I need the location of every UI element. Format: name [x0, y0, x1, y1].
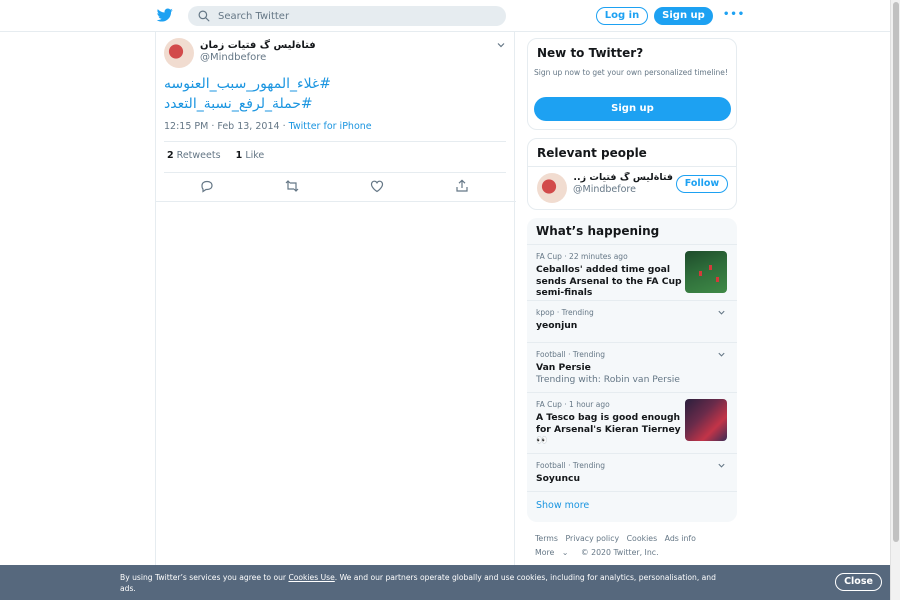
trend-item[interactable]: FA Cup · 1 hour ago A Tesco bag is good … [527, 392, 737, 453]
likes-count: 1 [235, 150, 243, 161]
trend-category: kpop · Trending [536, 308, 594, 317]
tweet-text: #غلاء_المهور_سبب_العنوسه #حملة_لرفع_نسبة… [164, 74, 504, 114]
footer-more-button[interactable]: More ⌄ [535, 548, 573, 557]
card-title: New to Twitter? [537, 46, 644, 60]
signup-button[interactable]: Sign up [534, 97, 731, 121]
trend-title: Ceballos' added time goal sends Arsenal … [536, 264, 682, 298]
chevron-down-icon[interactable] [717, 461, 726, 470]
chevron-down-icon[interactable] [717, 350, 726, 359]
tweet-timestamp[interactable]: 12:15 PM · Feb 13, 2014 [164, 121, 280, 132]
chevron-down-icon: ⌄ [561, 548, 569, 557]
show-more-link[interactable]: Show more [536, 500, 589, 511]
trend-title: Van Persie [536, 362, 591, 373]
trend-title: Soyuncu [536, 473, 580, 484]
trend-item[interactable]: Football · Trending Soyuncu [527, 453, 737, 491]
close-button[interactable]: Close [835, 573, 882, 591]
card-title: Relevant people [537, 146, 647, 160]
divider [156, 201, 516, 202]
hashtag-link[interactable]: #حملة_لرفع_نسبة_التعدد [164, 94, 504, 114]
scrollbar-thumb[interactable] [893, 2, 899, 542]
whats-happening-card: What’s happening FA Cup · 22 minutes ago… [527, 218, 737, 522]
person-handle[interactable]: @Mindbefore [573, 184, 636, 195]
trend-category: Football · Trending [536, 350, 605, 359]
cookie-text-before: By using Twitter’s services you agree to… [120, 573, 289, 582]
trend-category: Football · Trending [536, 461, 605, 470]
share-icon[interactable] [454, 178, 470, 194]
retweet-icon[interactable] [284, 178, 300, 194]
trend-title: yeonjun [536, 320, 578, 331]
relevant-people-card: Relevant people فتاةليس گ فتيات ز... @Mi… [527, 138, 737, 210]
footer-link-privacy[interactable]: Privacy policy [565, 534, 619, 543]
trend-item[interactable]: kpop · Trending yeonjun [527, 300, 737, 342]
copyright: © 2020 Twitter, Inc. [580, 548, 659, 557]
cookie-banner: By using Twitter’s services you agree to… [0, 565, 890, 600]
trend-item[interactable]: Football · Trending Van Persie Trending … [527, 342, 737, 392]
retweets-count: 2 [167, 150, 174, 161]
trend-title: A Tesco bag is good enough for Arsenal's… [536, 412, 681, 446]
chevron-down-icon[interactable] [496, 40, 506, 50]
footer-more-label: More [535, 548, 555, 557]
new-to-twitter-card: New to Twitter? Sign up now to get your … [527, 38, 737, 130]
tweet-stats: 2 Retweets 1 Like [167, 150, 264, 161]
trend-category: FA Cup · 22 minutes ago [536, 252, 628, 261]
footer-link-cookies[interactable]: Cookies [627, 534, 658, 543]
tweet-actions [156, 178, 516, 194]
retweets-label: Retweets [176, 150, 221, 161]
chevron-down-icon[interactable] [717, 308, 726, 317]
signup-description: Sign up now to get your own personalized… [534, 68, 728, 77]
user-handle[interactable]: @Mindbefore [200, 52, 266, 63]
user-display-name[interactable]: فتاةليس گ فتيات زمان [200, 40, 316, 51]
tweet-detail: فتاةليس گ فتيات زمان @Mindbefore #غلاء_ا… [155, 32, 516, 567]
avatar[interactable] [164, 38, 194, 68]
trend-subtitle: Trending with: Robin van Persie [536, 374, 680, 385]
follow-button[interactable]: Follow [676, 175, 728, 193]
more-menu-icon[interactable]: ••• [723, 9, 745, 20]
top-navigation-bar: Log in Sign up ••• [0, 0, 890, 32]
search-icon [198, 10, 210, 22]
card-title: What’s happening [536, 224, 660, 238]
footer-link-ads-info[interactable]: Ads info [665, 534, 696, 543]
divider [528, 166, 736, 167]
likes-stat[interactable]: 1 Like [236, 150, 265, 161]
avatar[interactable] [537, 173, 567, 203]
tweet-meta: 12:15 PM · Feb 13, 2014 · Twitter for iP… [164, 121, 372, 132]
reply-icon[interactable] [199, 178, 215, 194]
footer: Terms Privacy policy Cookies Ads info Mo… [535, 532, 735, 560]
trend-category: FA Cup · 1 hour ago [536, 400, 610, 409]
scrollbar[interactable] [890, 0, 900, 600]
divider [164, 141, 506, 142]
signup-button-header[interactable]: Sign up [654, 7, 713, 25]
twitter-bird-icon[interactable] [156, 7, 174, 23]
trend-thumbnail [685, 251, 727, 293]
person-name[interactable]: فتاةليس گ فتيات ز... [573, 172, 673, 183]
search-box[interactable] [188, 6, 506, 26]
likes-label: Like [245, 150, 265, 161]
trend-item[interactable]: FA Cup · 22 minutes ago Ceballos' added … [527, 244, 737, 300]
like-heart-icon[interactable] [369, 178, 385, 194]
trend-thumbnail [685, 399, 727, 441]
retweets-stat[interactable]: 2 Retweets [167, 150, 221, 161]
login-button[interactable]: Log in [596, 7, 648, 25]
search-input[interactable] [218, 6, 488, 26]
hashtag-link[interactable]: #غلاء_المهور_سبب_العنوسه [164, 74, 504, 94]
footer-link-terms[interactable]: Terms [535, 534, 558, 543]
cookie-text: By using Twitter’s services you agree to… [120, 572, 720, 594]
divider [527, 491, 737, 492]
divider [164, 172, 506, 173]
tweet-source-link[interactable]: Twitter for iPhone [289, 121, 372, 132]
cookies-use-link[interactable]: Cookies Use [288, 573, 334, 582]
